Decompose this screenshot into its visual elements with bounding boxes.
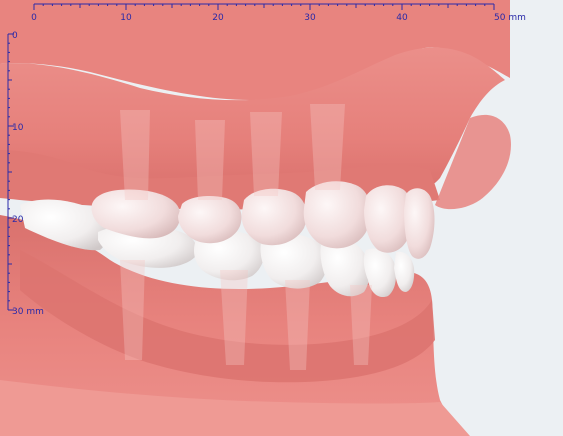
dental-model-scene[interactable] [0, 0, 563, 436]
3d-model-viewport[interactable]: 0 10 20 30 40 50 mm 0 10 20 30 mm [0, 0, 563, 436]
